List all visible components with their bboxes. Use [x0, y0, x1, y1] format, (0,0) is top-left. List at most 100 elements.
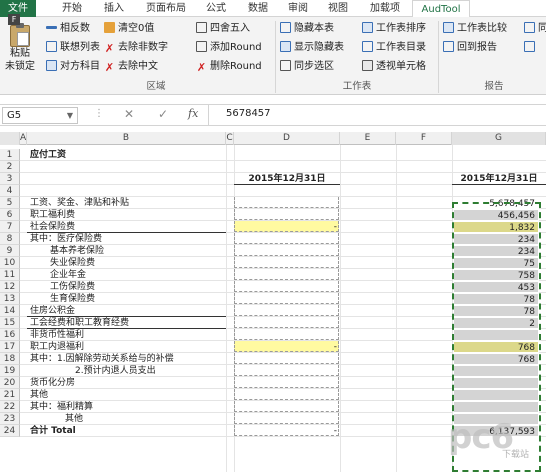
cell-d-value [234, 389, 337, 401]
cancel-icon[interactable]: ✕ [124, 107, 134, 121]
row-header[interactable]: 5 [0, 197, 20, 209]
column-header-c[interactable]: C [226, 132, 234, 145]
cell-b[interactable]: 合计 Total [30, 425, 76, 437]
delete-round-button[interactable]: ✗ 删除Round [196, 59, 262, 75]
cell-b[interactable]: 工资、奖金、津贴和补贴 [30, 197, 129, 209]
cell-d-value [234, 209, 337, 221]
cell-b[interactable]: 企业年金 [50, 269, 86, 281]
tab-formulas[interactable]: 公式 [198, 0, 234, 17]
cell-b[interactable]: 非货币性福利 [30, 329, 84, 341]
row-header[interactable]: 3 [0, 173, 20, 185]
row-header[interactable]: 24 [0, 425, 20, 437]
tab-home[interactable]: 开始 [54, 0, 90, 17]
selection-range[interactable] [452, 202, 541, 472]
row-header[interactable]: 20 [0, 377, 20, 389]
reverse-sign-button[interactable]: 相反数 [46, 21, 90, 37]
tab-view[interactable]: 视图 [320, 0, 356, 17]
cell-d-value [234, 161, 337, 173]
sheet-dir-button[interactable]: 工作表目录 [362, 40, 426, 56]
row-header[interactable]: 12 [0, 281, 20, 293]
add-round-button[interactable]: 添加Round [196, 40, 262, 56]
cell-b[interactable]: 应付工资 [30, 149, 66, 161]
row-header[interactable]: 22 [0, 401, 20, 413]
row-header[interactable]: 7 [0, 221, 20, 233]
partial-button-2[interactable] [524, 40, 538, 56]
cell-b[interactable]: 其中：医疗保险费 [30, 233, 102, 245]
select-all-button[interactable] [0, 132, 20, 145]
column-header-a[interactable]: A [20, 132, 27, 145]
row-header[interactable]: 8 [0, 233, 20, 245]
row-header[interactable]: 11 [0, 269, 20, 281]
pivot-button[interactable]: 透视单元格 [362, 59, 426, 75]
row-header[interactable]: 19 [0, 365, 20, 377]
tab-insert[interactable]: 插入 [96, 0, 132, 17]
back-report-button[interactable]: 回到报告 [443, 40, 497, 56]
row-header[interactable]: 14 [0, 305, 20, 317]
row-header[interactable]: 6 [0, 209, 20, 221]
spreadsheet-grid[interactable]: pc6 下载站 1 应付工资 2 3 2015年12月31日 2015年12月31日 4 5 工… [0, 145, 546, 472]
formula-input[interactable]: 5678457 [226, 108, 271, 119]
row-header[interactable]: 23 [0, 413, 20, 425]
link-list-button[interactable]: 联想列表 [46, 40, 100, 56]
column-header-f[interactable]: F [396, 132, 452, 145]
ribbon-tab-bar: 文件 F 开始 插入 页面布局 公式 数据 审阅 视图 加载项 AudTool [0, 0, 546, 25]
name-box[interactable]: G5 ▼ [2, 107, 78, 124]
cell-b[interactable]: 货币化分房 [30, 377, 75, 389]
cell-b[interactable]: 失业保险费 [50, 257, 95, 269]
cell-d-value [234, 149, 337, 161]
show-hidden-button[interactable]: 显示隐藏表 [280, 40, 344, 56]
gridline [396, 145, 397, 472]
row-header[interactable]: 18 [0, 353, 20, 365]
row-header[interactable]: 16 [0, 329, 20, 341]
remove-non-digit-button[interactable]: ✗ 去除非数字 [104, 40, 168, 56]
row-header[interactable]: 4 [0, 185, 20, 197]
cell-b[interactable]: 2.预计内退人员支出 [75, 365, 156, 377]
cell-b[interactable]: 职工内退福利 [30, 341, 84, 353]
row-header[interactable]: 10 [0, 257, 20, 269]
column-header-d[interactable]: D [234, 132, 340, 145]
row-header[interactable]: 2 [0, 161, 20, 173]
row-header[interactable]: 13 [0, 293, 20, 305]
row-header[interactable]: 15 [0, 317, 20, 329]
tab-audtool[interactable]: AudTool [412, 0, 470, 18]
row-header[interactable]: 9 [0, 245, 20, 257]
partial-icon [524, 41, 535, 52]
cell-b[interactable]: 其他 [30, 389, 48, 401]
cell-d-value [234, 185, 337, 197]
cell-b[interactable]: 其他 [65, 413, 83, 425]
clear-zero-button[interactable]: 清空0值 [104, 21, 154, 37]
row-header[interactable]: 21 [0, 389, 20, 401]
row-header[interactable]: 1 [0, 149, 20, 161]
sheet-compare-button[interactable]: 工作表比较 [443, 21, 507, 37]
hide-sheet-button[interactable]: 隐藏本表 [280, 21, 334, 37]
cell-b[interactable]: 生育保险费 [50, 293, 95, 305]
row-header[interactable]: 17 [0, 341, 20, 353]
drag-handle-icon[interactable]: ⋮ [94, 108, 104, 119]
round-button[interactable]: 四舍五入 [196, 21, 250, 37]
column-header-g[interactable]: G [452, 132, 546, 145]
cell-b[interactable]: 工伤保险费 [50, 281, 95, 293]
remove-chinese-button[interactable]: ✗ 去除中文 [104, 59, 158, 75]
tab-addins[interactable]: 加载项 [362, 0, 408, 17]
confirm-icon[interactable]: ✓ [158, 107, 168, 121]
cell-b[interactable]: 其中：1.因解除劳动关系给与的补偿 [30, 353, 174, 365]
tab-review[interactable]: 审阅 [280, 0, 316, 17]
partial-button[interactable]: 同 [524, 21, 546, 37]
cell-b[interactable]: 职工福利费 [30, 209, 75, 221]
cell-b[interactable]: 基本养老保险 [50, 245, 104, 257]
insert-function-icon[interactable]: fx [188, 107, 198, 120]
cell-b[interactable]: 其中：福利精算 [30, 401, 93, 413]
cross-ref-button[interactable]: 对方科目 [46, 59, 100, 75]
column-header-e[interactable]: E [340, 132, 396, 145]
sync-select-button[interactable]: 同步选区 [280, 59, 334, 75]
tab-data[interactable]: 数据 [240, 0, 276, 17]
tab-page-layout[interactable]: 页面布局 [138, 0, 194, 17]
sheet-sort-button[interactable]: 工作表排序 [362, 21, 426, 37]
remove-icon: ✗ [104, 42, 115, 55]
delete-round-label: 删除Round [210, 61, 262, 72]
cell-d-value: - [333, 222, 337, 232]
hide-sheet-label: 隐藏本表 [294, 23, 334, 34]
cell-d-value [234, 245, 337, 257]
column-header-b[interactable]: B [27, 132, 226, 145]
paste-button[interactable]: 粘贴 未锁定 [2, 23, 38, 79]
